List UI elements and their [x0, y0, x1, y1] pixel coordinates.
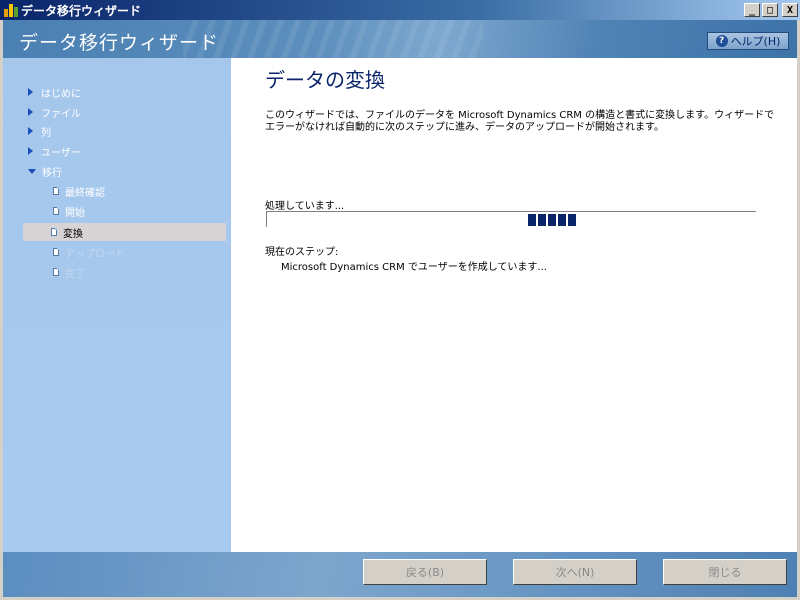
step-complete: 完了 [53, 263, 85, 281]
step-start: 開始 [53, 202, 85, 220]
step-final-review: 最終確認 [53, 182, 105, 200]
help-button[interactable]: ? ヘルプ(H) [707, 32, 789, 50]
window-title: データ移行ウィザード [21, 3, 142, 18]
next-button[interactable]: 次へ(N) [513, 559, 637, 585]
expand-arrow-icon [28, 147, 33, 155]
step-label: はじめに [41, 88, 81, 100]
step-label: 最終確認 [65, 187, 105, 199]
step-columns: 列 [28, 122, 51, 140]
expand-arrow-icon [28, 88, 33, 96]
step-label: ユーザー [41, 147, 81, 159]
page-icon [53, 207, 59, 215]
help-label: ヘルプ(H) [730, 35, 781, 48]
step-migration: 移行 [28, 162, 62, 180]
wizard-title: データ移行ウィザード [19, 32, 220, 54]
page-title: データの変換 [265, 68, 385, 92]
wizard-header: データ移行ウィザード ? ヘルプ(H) [3, 20, 797, 58]
page-icon [53, 187, 59, 195]
page-icon [51, 228, 57, 236]
close-window-button[interactable]: X [782, 3, 798, 17]
back-button[interactable]: 戻る(B) [363, 559, 487, 585]
progress-block [538, 214, 546, 226]
step-file: ファイル [28, 103, 81, 121]
main-content: データの変換 このウィザードでは、ファイルのデータを Microsoft Dyn… [231, 58, 797, 552]
step-label: 完了 [65, 268, 85, 280]
page-icon [53, 248, 59, 256]
current-step-text: Microsoft Dynamics CRM でユーザーを作成しています... [281, 262, 547, 273]
maximize-button[interactable]: □ [762, 3, 778, 17]
help-icon: ? [715, 35, 728, 47]
expand-arrow-icon [28, 127, 33, 135]
processing-label: 処理しています... [265, 201, 345, 212]
step-convert: 変換 [23, 223, 226, 241]
wizard-footer: 戻る(B) 次へ(N) 閉じる [3, 552, 797, 597]
progress-block [548, 214, 556, 226]
page-icon [53, 268, 59, 276]
progress-bar [266, 211, 756, 227]
step-label: アップロード [65, 248, 125, 260]
step-label: 列 [41, 127, 51, 139]
step-label: 変換 [63, 228, 83, 240]
window-titlebar: データ移行ウィザード _ □ X [0, 0, 800, 20]
dynamics-crm-icon [3, 3, 19, 17]
step-upload: アップロード [53, 243, 125, 261]
step-label: 開始 [65, 207, 85, 219]
expand-arrow-icon [28, 108, 33, 116]
step-users: ユーザー [28, 142, 81, 160]
progress-block [568, 214, 576, 226]
progress-block [558, 214, 566, 226]
description-text: このウィザードでは、ファイルのデータを Microsoft Dynamics C… [265, 110, 775, 133]
step-introduction: はじめに [28, 83, 81, 101]
collapse-arrow-icon [28, 168, 36, 174]
close-button[interactable]: 閉じる [663, 559, 787, 585]
minimize-button[interactable]: _ [744, 3, 760, 17]
step-label: ファイル [41, 108, 81, 120]
step-label: 移行 [42, 167, 62, 179]
wizard-steps-sidebar: はじめに ファイル 列 ユーザー 移行 最終確認 開始 変換 アップロード 完了 [3, 58, 231, 552]
current-step-label: 現在のステップ: [265, 247, 339, 258]
progress-block [528, 214, 536, 226]
